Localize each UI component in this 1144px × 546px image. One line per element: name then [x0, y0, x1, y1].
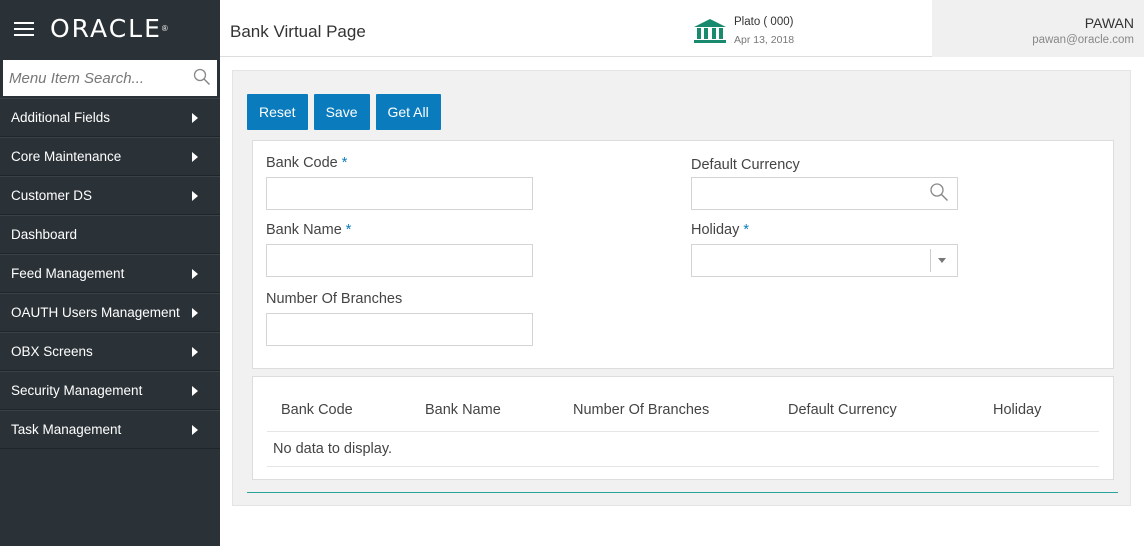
bank-code-input[interactable]	[266, 177, 533, 210]
save-button[interactable]: Save	[313, 94, 370, 130]
grid-header-row: Bank Code Bank Name Number Of Branches D…	[267, 397, 1099, 432]
column-header-holiday[interactable]: Holiday	[993, 402, 1041, 418]
chevron-right-icon	[192, 424, 198, 435]
app-header: Bank Virtual Page Plato ( 000) Apr 13, 2…	[220, 0, 1144, 57]
sidebar-item-label: Additional Fields	[11, 110, 111, 125]
user-profile[interactable]: PAWAN pawan@oracle.com	[932, 0, 1144, 57]
column-header-bank-name[interactable]: Bank Name	[425, 402, 501, 418]
chevron-right-icon	[192, 307, 198, 318]
registered-mark: ®	[161, 24, 168, 33]
user-email: pawan@oracle.com	[1032, 34, 1134, 46]
grid-divider	[267, 466, 1099, 467]
default-currency-input[interactable]	[691, 177, 958, 210]
entity-name[interactable]: Plato ( 000)	[734, 16, 793, 28]
sidebar-item-label: Core Maintenance	[11, 149, 122, 164]
bank-name-label-text: Bank Name	[266, 222, 342, 238]
sidebar-item-obx-screens[interactable]: OBX Screens	[0, 332, 220, 371]
required-mark: *	[341, 155, 348, 171]
chevron-right-icon	[192, 112, 198, 123]
required-mark: *	[743, 222, 750, 238]
bank-building-icon	[694, 19, 726, 43]
bank-results-grid: Bank Code Bank Name Number Of Branches D…	[252, 376, 1114, 480]
oracle-logo: ORACLE	[50, 14, 162, 43]
sidebar-item-feed-management[interactable]: Feed Management	[0, 254, 220, 293]
footer-divider	[247, 492, 1118, 493]
menu-search	[3, 60, 217, 96]
sidebar-item-task-management[interactable]: Task Management	[0, 410, 220, 449]
bank-code-label-text: Bank Code	[266, 155, 338, 171]
empty-grid-message: No data to display.	[273, 441, 393, 457]
sidebar-item-label: Feed Management	[11, 266, 125, 281]
chevron-right-icon	[192, 190, 198, 201]
sidebar-item-label: OBX Screens	[11, 344, 93, 359]
bank-name-label: Bank Name *	[266, 222, 351, 238]
sidebar-item-label: Security Management	[11, 383, 143, 398]
chevron-right-icon	[192, 151, 198, 162]
menu-search-input[interactable]	[9, 69, 179, 87]
sidebar-item-label: Task Management	[11, 422, 122, 437]
number-of-branches-input[interactable]	[266, 313, 533, 346]
holiday-label-text: Holiday	[691, 222, 740, 238]
sidebar-item-dashboard[interactable]: Dashboard	[0, 215, 220, 254]
required-mark: *	[345, 222, 352, 238]
page-title: Bank Virtual Page	[230, 22, 366, 41]
column-header-default-currency[interactable]: Default Currency	[788, 402, 897, 418]
column-header-bank-code[interactable]: Bank Code	[281, 402, 353, 418]
holiday-label: Holiday *	[691, 222, 749, 238]
hamburger-menu-icon[interactable]	[14, 21, 34, 36]
default-currency-label: Default Currency	[691, 157, 800, 173]
brand-bar: ORACLE ®	[0, 0, 220, 57]
chevron-right-icon	[192, 385, 198, 396]
bank-code-label: Bank Code *	[266, 155, 347, 171]
bank-form: Bank Code * Bank Name * Number Of Branches…	[252, 140, 1114, 369]
sidebar-item-customer-ds[interactable]: Customer DS	[0, 176, 220, 215]
chevron-right-icon	[192, 346, 198, 357]
search-icon[interactable]	[929, 182, 949, 202]
sidebar-item-additional-fields[interactable]: Additional Fields	[0, 98, 220, 137]
user-name: PAWAN	[1084, 15, 1134, 31]
select-divider	[930, 249, 931, 272]
sidebar-item-label: Customer DS	[11, 188, 93, 203]
sidebar-item-label: OAUTH Users Management	[11, 305, 180, 320]
search-icon[interactable]	[193, 68, 211, 86]
chevron-down-icon[interactable]	[938, 258, 946, 263]
main-content: Reset Save Get All Bank Code * Bank Name *…	[232, 70, 1131, 506]
branches-label: Number Of Branches	[266, 291, 403, 307]
column-header-number-of-branches[interactable]: Number Of Branches	[573, 402, 709, 418]
get-all-button[interactable]: Get All	[375, 94, 441, 130]
entity-date: Apr 13, 2018	[734, 34, 795, 46]
reset-button[interactable]: Reset	[247, 94, 308, 130]
action-toolbar: Reset Save Get All	[247, 94, 441, 130]
bank-name-input[interactable]	[266, 244, 533, 277]
holiday-select[interactable]	[691, 244, 958, 277]
sidebar-item-label: Dashboard	[11, 227, 78, 242]
sidebar-item-oauth-users-management[interactable]: OAUTH Users Management	[0, 293, 220, 332]
sidebar-menu: Additional Fields Core Maintenance Custo…	[0, 98, 220, 449]
sidebar-item-security-management[interactable]: Security Management	[0, 371, 220, 410]
sidebar: ORACLE® Additional Fields Core Maintenan…	[0, 0, 220, 546]
sidebar-item-core-maintenance[interactable]: Core Maintenance	[0, 137, 220, 176]
chevron-right-icon	[192, 268, 198, 279]
